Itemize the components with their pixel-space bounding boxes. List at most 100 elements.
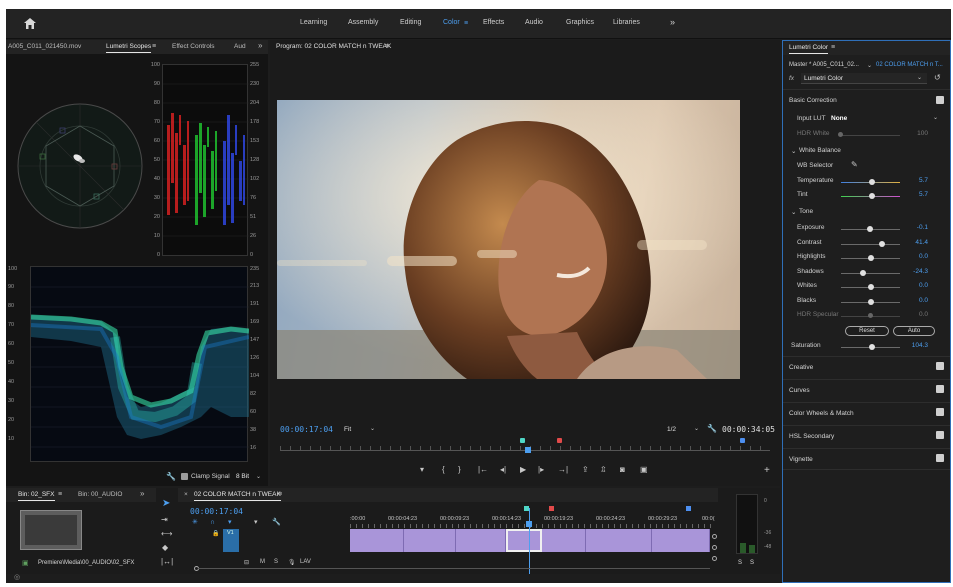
tint-slider[interactable] xyxy=(841,193,900,199)
sequence-tab[interactable]: 02 COLOR MATCH n TWEAK xyxy=(194,491,281,501)
tab-source[interactable]: A005_C011_021450.mov xyxy=(8,43,81,50)
program-scrub-bar[interactable] xyxy=(280,438,770,454)
fit-chevron-icon[interactable]: ⌄ xyxy=(370,425,375,433)
go-to-in-icon[interactable]: |← xyxy=(478,466,488,474)
program-menu-icon[interactable]: ≡ xyxy=(385,43,389,51)
resolution-chevron-icon[interactable]: ⌄ xyxy=(694,425,699,433)
timeline-marker-red[interactable] xyxy=(549,506,554,511)
slip-tool-icon[interactable]: |↔| xyxy=(161,558,173,566)
tab-bin-audio[interactable]: Bin: 00_AUDIO xyxy=(78,491,122,498)
blacks-slider[interactable] xyxy=(841,299,900,305)
exposure-value[interactable]: -0.1 xyxy=(917,224,928,231)
tint-knob[interactable] xyxy=(868,193,875,199)
basic-correction-section[interactable]: Basic Correction xyxy=(783,89,950,111)
go-to-out-icon[interactable]: →| xyxy=(558,466,568,474)
eyedropper-icon[interactable]: ✎ xyxy=(851,161,858,169)
basic-correction-checkbox[interactable] xyxy=(936,96,944,104)
timeline-clip[interactable] xyxy=(404,529,456,552)
play-icon[interactable]: ▶ xyxy=(520,466,526,474)
hsl-secondary-section[interactable]: HSL Secondary xyxy=(783,425,950,447)
creative-checkbox[interactable] xyxy=(936,362,944,370)
workspace-more-icon[interactable]: » xyxy=(670,17,675,27)
master-clip-chevron-icon[interactable]: ⌄ xyxy=(867,62,872,70)
selection-tool-icon[interactable]: ➤ xyxy=(162,499,170,509)
track-scroll-handle[interactable] xyxy=(712,545,717,550)
sequence-clip-label[interactable]: 02 COLOR MATCH n T... xyxy=(876,62,943,68)
hsl-secondary-checkbox[interactable] xyxy=(936,431,944,439)
timeline-clip[interactable] xyxy=(456,529,506,552)
wrench-icon[interactable]: 🔧 xyxy=(166,473,176,481)
fit-select[interactable]: Fit xyxy=(344,426,351,433)
track-v1-target[interactable]: V1 xyxy=(223,529,239,552)
workspace-assembly[interactable]: Assembly xyxy=(348,19,378,26)
extract-icon[interactable]: ⇫ xyxy=(600,466,607,474)
mark-in-icon[interactable]: { xyxy=(442,466,445,474)
ripple-edit-tool-icon[interactable]: ⟷ xyxy=(161,530,172,538)
mark-out-icon[interactable]: } xyxy=(458,466,461,474)
workspace-libraries[interactable]: Libraries xyxy=(613,19,640,26)
step-forward-icon[interactable]: |▸ xyxy=(538,466,544,474)
clip-thumbnail[interactable] xyxy=(20,510,82,550)
program-title[interactable]: Program: 02 COLOR MATCH n TWEAK xyxy=(276,43,391,50)
vignette-checkbox[interactable] xyxy=(936,454,944,462)
temperature-knob[interactable] xyxy=(868,179,875,185)
shadows-knob[interactable] xyxy=(860,270,867,276)
workspace-editing[interactable]: Editing xyxy=(400,19,421,26)
razor-tool-icon[interactable]: ◆ xyxy=(162,544,168,552)
home-icon[interactable] xyxy=(24,18,38,30)
lock-icon[interactable]: 🔒 xyxy=(212,530,219,538)
workspace-color[interactable]: Color xyxy=(443,19,460,26)
curves-section[interactable]: Curves xyxy=(783,379,950,401)
curves-checkbox[interactable] xyxy=(936,385,944,393)
mute-toggle[interactable]: M xyxy=(260,559,265,565)
solo-toggle[interactable]: S xyxy=(274,559,278,565)
input-lut-select[interactable]: None xyxy=(831,115,847,122)
tab-effect-controls[interactable]: Effect Controls xyxy=(172,43,215,50)
tint-value[interactable]: 5.7 xyxy=(919,191,928,198)
blacks-knob[interactable] xyxy=(867,299,874,305)
settings-wrench-icon[interactable]: 🔧 xyxy=(707,425,717,433)
snap-icon[interactable]: ✳ xyxy=(192,519,198,527)
reset-effect-icon[interactable]: ↺ xyxy=(934,74,941,82)
tone-header[interactable]: ⌄ Tone xyxy=(791,208,942,220)
track-scroll-handle[interactable] xyxy=(712,556,717,561)
exposure-slider[interactable] xyxy=(841,226,900,232)
marker-cyan[interactable] xyxy=(520,438,525,443)
saturation-slider[interactable] xyxy=(841,344,900,350)
chevron-down-icon[interactable]: ⌄ xyxy=(256,473,261,481)
clamp-signal-checkbox[interactable] xyxy=(181,473,188,480)
playhead[interactable] xyxy=(525,447,531,453)
vignette-section[interactable]: Vignette xyxy=(783,448,950,470)
track-scroll-handle[interactable] xyxy=(712,534,717,539)
workspace-audio[interactable]: Audio xyxy=(525,19,543,26)
master-clip-label[interactable]: Master * A005_C011_02... xyxy=(789,62,859,68)
timeline-clip[interactable] xyxy=(350,529,404,552)
workspace-learning[interactable]: Learning xyxy=(300,19,327,26)
shadows-slider[interactable] xyxy=(841,270,900,276)
highlights-value[interactable]: 0.0 xyxy=(919,253,928,260)
effect-select[interactable]: Lumetri Color ⌄ xyxy=(801,73,927,84)
lift-icon[interactable]: ⇪ xyxy=(582,466,589,474)
auto-button[interactable]: Auto xyxy=(893,326,935,336)
saturation-value[interactable]: 104.3 xyxy=(912,342,928,349)
timeline-clip[interactable] xyxy=(542,529,586,552)
tab-audio[interactable]: Aud xyxy=(234,43,246,50)
sequence-menu-icon[interactable]: ≡ xyxy=(278,491,282,499)
highlights-knob[interactable] xyxy=(867,255,874,261)
timeline-clip-selected[interactable] xyxy=(506,529,542,552)
solo-left-button[interactable]: S xyxy=(738,560,742,566)
track-select-tool-icon[interactable]: ⇥ xyxy=(161,516,168,524)
whites-knob[interactable] xyxy=(867,284,874,290)
reset-button[interactable]: Reset xyxy=(845,326,889,336)
workspace-menu-icon[interactable]: ≡ xyxy=(464,20,468,28)
timeline-clip[interactable] xyxy=(586,529,652,552)
workspace-effects[interactable]: Effects xyxy=(483,19,504,26)
exposure-knob[interactable] xyxy=(866,226,873,232)
temperature-value[interactable]: 5.7 xyxy=(919,177,928,184)
color-wheels-checkbox[interactable] xyxy=(936,408,944,416)
tab-bin-sfx[interactable]: Bin: 02_SFX xyxy=(18,491,55,501)
add-button-icon[interactable]: + xyxy=(764,466,770,476)
color-wheels-section[interactable]: Color Wheels & Match xyxy=(783,402,950,424)
temperature-slider[interactable] xyxy=(841,179,900,185)
horizontal-scrollbar[interactable] xyxy=(198,568,710,569)
